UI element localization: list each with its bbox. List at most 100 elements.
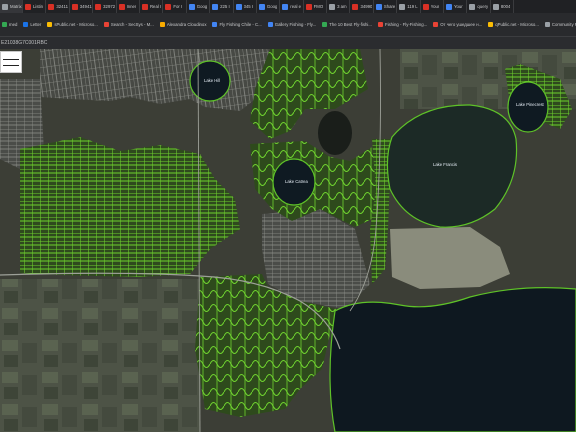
bookmark-label: Alexandra Cloudinox bbox=[166, 22, 207, 27]
browser-tab[interactable]: 34941 bbox=[70, 0, 94, 13]
bookmark-favicon-icon bbox=[103, 22, 109, 27]
browser-tab[interactable]: Matrix bbox=[0, 0, 23, 13]
browser-tab[interactable]: 3 am bbox=[327, 0, 351, 13]
browser-tab-strip: Matrix Listin 32411 34941 32972 Inner Real I Fo… bbox=[0, 0, 576, 13]
tab-favicon-icon bbox=[422, 3, 429, 10]
tab-favicon-icon bbox=[141, 3, 148, 10]
tab-favicon-icon bbox=[25, 3, 31, 10]
tab-favicon-icon bbox=[375, 3, 382, 10]
lake-large-south bbox=[329, 287, 576, 432]
bookmark-item[interactable]: The 10 Best Fly-fishi... bbox=[322, 22, 372, 27]
tab-favicon-icon bbox=[282, 3, 289, 10]
tab-favicon-icon bbox=[399, 3, 406, 10]
bookmark-favicon-icon bbox=[23, 22, 29, 27]
browser-tab[interactable]: 34990 bbox=[350, 0, 374, 13]
bookmark-item[interactable]: Letter bbox=[23, 22, 41, 27]
bookmark-item[interactable]: sPublic.net - Microso... bbox=[47, 22, 98, 27]
bookmark-favicon-icon bbox=[544, 22, 550, 27]
tab-label: Real I bbox=[149, 4, 162, 9]
bookmark-label: qPublic.net - Microso... bbox=[495, 22, 539, 27]
bookmark-favicon-icon bbox=[433, 22, 439, 27]
browser-tab[interactable]: FMO bbox=[304, 0, 328, 13]
tab-label: 8004 bbox=[500, 4, 511, 9]
tab-label: 225 I bbox=[220, 4, 230, 9]
lake-hill-label: Lake Hill bbox=[204, 78, 220, 83]
lake-pinecrest-label: Lake Pinecrest bbox=[516, 102, 545, 107]
browser-tab[interactable]: 32972 bbox=[93, 0, 117, 13]
tab-favicon-icon bbox=[2, 3, 8, 10]
tab-label: 3 am bbox=[337, 4, 347, 9]
tab-label: 119 L bbox=[407, 4, 418, 9]
map-view[interactable]: Lake Hill Lake Catrea Lake Francis Lake … bbox=[0, 49, 576, 432]
lake-francis-label: Lake Francis bbox=[433, 162, 457, 167]
lake-small-north bbox=[318, 111, 352, 155]
bookmark-favicon-icon bbox=[47, 22, 53, 27]
tab-label: 32411 bbox=[56, 4, 69, 9]
browser-tab[interactable]: Goog bbox=[187, 0, 211, 13]
tab-label: 34941 bbox=[79, 4, 92, 9]
tab-favicon-icon bbox=[305, 3, 312, 10]
tab-label: Goog bbox=[266, 4, 278, 9]
bookmark-favicon-icon bbox=[159, 22, 165, 27]
bookmark-label: Gallery Fishing - Fly... bbox=[274, 22, 317, 27]
bookmark-item[interactable]: От чего ушедшее н... bbox=[433, 22, 482, 27]
bookmark-item[interactable]: Fly Fishing Chile - C... bbox=[212, 22, 262, 27]
tab-label: 34990 bbox=[360, 4, 373, 9]
bookmark-label: Search - SecSys - M... bbox=[110, 22, 154, 27]
tab-favicon-icon bbox=[71, 3, 78, 10]
bookmark-item[interactable]: med bbox=[2, 22, 17, 27]
browser-tab[interactable]: real e bbox=[280, 0, 304, 13]
bookmark-item[interactable]: qPublic.net - Microso... bbox=[488, 22, 539, 27]
browser-tab[interactable]: Goog bbox=[257, 0, 281, 13]
bookmark-item[interactable]: Gallery Fishing - Fly... bbox=[267, 22, 317, 27]
tab-label: Listin bbox=[33, 4, 44, 9]
tab-favicon-icon bbox=[118, 3, 125, 10]
tab-favicon-icon bbox=[258, 3, 265, 10]
farmland-southwest bbox=[0, 279, 200, 432]
tab-label: For I bbox=[173, 4, 183, 9]
tab-favicon-icon bbox=[492, 3, 499, 10]
lake-pinecrest bbox=[507, 81, 549, 133]
bookmark-favicon-icon bbox=[2, 22, 7, 27]
lake-catrea-label: Lake Catrea bbox=[285, 179, 308, 184]
tab-favicon-icon bbox=[165, 3, 172, 10]
tab-label: Share bbox=[383, 4, 396, 9]
bookmark-item[interactable]: Fishing - Fly-Fishing... bbox=[377, 22, 427, 27]
tab-favicon-icon bbox=[48, 3, 55, 10]
tab-favicon-icon bbox=[352, 3, 359, 10]
browser-tab[interactable]: Share bbox=[374, 0, 398, 13]
tab-label: 345 I bbox=[243, 4, 254, 9]
satellite-map[interactable]: Lake Hill Lake Catrea Lake Francis Lake … bbox=[0, 49, 576, 432]
bookmarks-bar: med Letter sPublic.net - Microso... Search … bbox=[0, 13, 576, 37]
bookmark-favicon-icon bbox=[212, 22, 218, 27]
bookmark-label: The 10 Best Fly-fishi... bbox=[329, 22, 372, 27]
bookmark-favicon-icon bbox=[322, 22, 328, 27]
bookmark-favicon-icon bbox=[377, 22, 383, 27]
bookmark-label: sPublic.net - Microso... bbox=[54, 22, 98, 27]
tab-favicon-icon bbox=[329, 3, 336, 10]
browser-tab[interactable]: query bbox=[467, 0, 491, 13]
browser-tab[interactable]: Real I bbox=[140, 0, 164, 13]
tab-label: 32972 bbox=[103, 4, 116, 9]
panel-line bbox=[3, 65, 19, 66]
bookmark-item[interactable]: Search - SecSys - M... bbox=[103, 22, 154, 27]
bookmark-label: Letter bbox=[30, 22, 42, 27]
tab-favicon-icon bbox=[212, 3, 219, 10]
browser-tab[interactable]: Your bbox=[444, 0, 468, 13]
browser-tab[interactable]: 225 I bbox=[210, 0, 234, 13]
browser-tab[interactable]: 32411 bbox=[46, 0, 70, 13]
browser-tab[interactable]: 8004 bbox=[491, 0, 515, 13]
map-layer-panel[interactable] bbox=[0, 51, 22, 73]
bookmark-item[interactable]: Community Redevel... bbox=[544, 22, 576, 27]
bookmark-label: Fly Fishing Chile - C... bbox=[219, 22, 262, 27]
browser-tab[interactable]: Listin bbox=[23, 0, 47, 13]
browser-tab[interactable]: Inner bbox=[117, 0, 140, 13]
bookmark-favicon-icon bbox=[488, 22, 494, 27]
browser-tab[interactable]: 119 L bbox=[397, 0, 421, 13]
browser-tab[interactable]: For I bbox=[163, 0, 187, 13]
browser-tab[interactable]: Your bbox=[421, 0, 445, 13]
tab-favicon-icon bbox=[95, 3, 102, 10]
tab-label: FMO bbox=[313, 4, 324, 9]
browser-tab[interactable]: 345 I bbox=[234, 0, 257, 13]
bookmark-item[interactable]: Alexandra Cloudinox bbox=[159, 22, 207, 27]
